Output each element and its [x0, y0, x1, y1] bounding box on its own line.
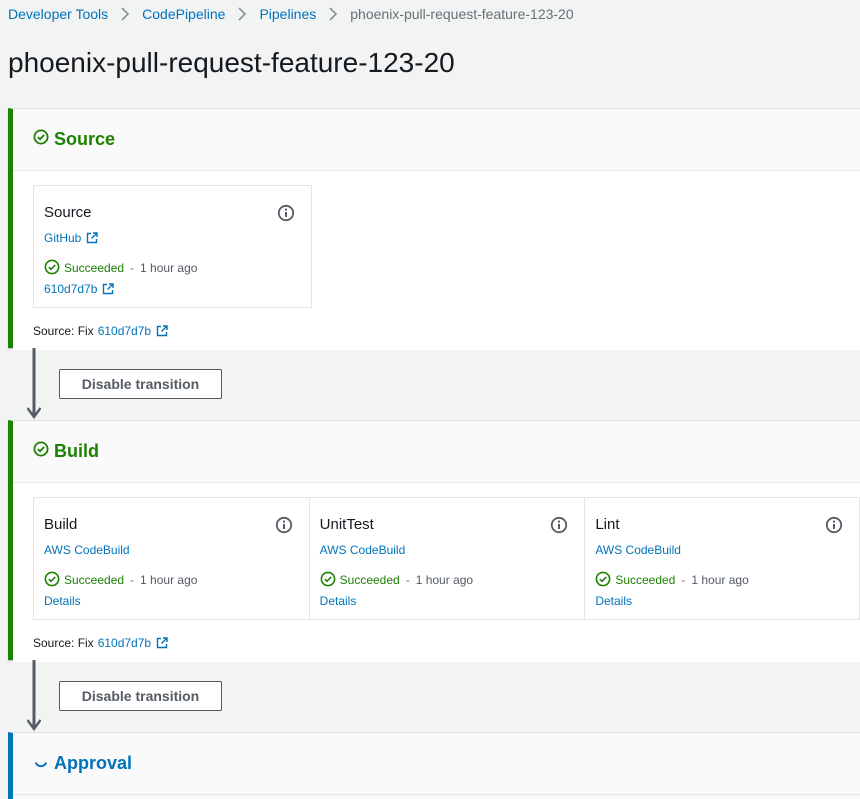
provider-link[interactable]: GitHub	[44, 230, 311, 246]
status-separator: -	[681, 573, 686, 587]
status-time: 1 hour ago	[415, 573, 474, 587]
provider-link[interactable]: AWS CodeBuild	[595, 542, 859, 558]
action-name: Source	[44, 204, 92, 221]
external-link-icon	[102, 283, 115, 295]
check-circle-icon	[595, 571, 611, 590]
stage-source: Source Source GitHub Succeeded - 1 hour …	[8, 108, 860, 350]
stage-footer: Source: Fix 610d7d7b	[33, 620, 860, 662]
stage-body: Build AWS CodeBuild Succeeded - 1 hour a…	[13, 483, 860, 662]
stage-title: Approval	[54, 753, 133, 773]
details-link[interactable]: Details	[320, 593, 585, 609]
action-list: Source GitHub Succeeded - 1 hour ago 610…	[33, 185, 860, 308]
details-link[interactable]: Details	[44, 593, 309, 609]
provider-link[interactable]: AWS CodeBuild	[320, 542, 585, 558]
external-link-icon	[156, 636, 168, 649]
provider-label: GitHub	[44, 231, 82, 245]
stage-header: Approval	[13, 733, 860, 795]
breadcrumb-pipelines[interactable]: Pipelines	[259, 6, 316, 22]
action-name: Lint	[595, 516, 620, 533]
status-text: Succeeded	[339, 573, 400, 587]
chevron-right-icon	[316, 5, 350, 23]
info-icon[interactable]	[277, 204, 295, 222]
chevron-right-icon	[108, 5, 142, 23]
stage-header: Source	[13, 109, 860, 171]
breadcrumb: Developer Tools CodePipeline Pipelines p…	[8, 5, 574, 23]
transition-arrow	[26, 660, 42, 732]
status-time: 1 hour ago	[140, 573, 198, 587]
info-icon[interactable]	[275, 516, 293, 534]
breadcrumb-developer-tools[interactable]: Developer Tools	[8, 6, 108, 22]
action-status: Succeeded - 1 hour ago	[595, 571, 859, 590]
status-separator: -	[130, 573, 135, 587]
status-separator: -	[130, 261, 135, 275]
external-link-icon	[156, 324, 168, 337]
footer-label: Source: Fix	[33, 323, 94, 338]
external-link-icon	[86, 232, 99, 244]
stage-header: Build	[13, 421, 860, 483]
commit-link[interactable]: 610d7d7b	[44, 281, 311, 297]
transition-arrow	[26, 348, 42, 420]
footer-commit-link[interactable]: 610d7d7b	[98, 324, 151, 338]
action-name: UnitTest	[319, 516, 374, 533]
disable-transition-button[interactable]: Disable transition	[59, 369, 222, 399]
status-text: Succeeded	[64, 573, 125, 587]
check-circle-icon	[44, 571, 60, 590]
stage-footer: Source: Fix 610d7d7b	[33, 308, 860, 350]
action-status: Succeeded - 1 hour ago	[320, 571, 585, 590]
stage-build: Build Build AWS CodeBuild Succeeded - 1 …	[8, 420, 860, 662]
stage-approval: Approval	[8, 732, 860, 799]
action-card-source: Source GitHub Succeeded - 1 hour ago 610…	[33, 185, 312, 308]
status-time: 1 hour ago	[140, 261, 198, 275]
action-name: Build	[44, 516, 78, 533]
breadcrumb-current-pipeline: phoenix-pull-request-feature-123-20	[350, 6, 574, 22]
footer-commit-link[interactable]: 610d7d7b	[98, 636, 151, 650]
action-card-build: Build AWS CodeBuild Succeeded - 1 hour a…	[33, 497, 309, 620]
info-icon[interactable]	[825, 516, 843, 534]
action-status: Succeeded - 1 hour ago	[44, 259, 311, 278]
footer-label: Source: Fix	[33, 635, 94, 650]
status-text: Succeeded	[615, 573, 676, 587]
action-list: Build AWS CodeBuild Succeeded - 1 hour a…	[33, 497, 860, 620]
action-card-unittest: UnitTest AWS CodeBuild Succeeded - 1 hou…	[308, 497, 585, 620]
status-separator: -	[405, 573, 410, 587]
breadcrumb-codepipeline[interactable]: CodePipeline	[142, 6, 225, 22]
action-status: Succeeded - 1 hour ago	[44, 571, 309, 590]
action-card-lint: Lint AWS CodeBuild Succeeded - 1 hour ag…	[584, 497, 860, 620]
check-circle-icon	[33, 441, 49, 462]
provider-link[interactable]: AWS CodeBuild	[44, 542, 309, 558]
stage-title: Build	[54, 441, 99, 461]
status-time: 1 hour ago	[691, 573, 749, 587]
commit-id: 610d7d7b	[44, 282, 98, 296]
check-circle-icon	[33, 129, 49, 150]
check-circle-icon	[320, 571, 336, 590]
details-link[interactable]: Details	[595, 593, 859, 609]
disable-transition-button[interactable]: Disable transition	[59, 681, 222, 711]
stage-title: Source	[54, 129, 116, 149]
in-progress-spinner-icon	[33, 753, 49, 774]
info-icon[interactable]	[550, 516, 568, 534]
status-text: Succeeded	[64, 261, 125, 275]
stage-body: Source GitHub Succeeded - 1 hour ago 610…	[13, 171, 860, 350]
check-circle-icon	[44, 259, 60, 278]
chevron-right-icon	[225, 5, 259, 23]
page-title: phoenix-pull-request-feature-123-20	[8, 47, 455, 78]
